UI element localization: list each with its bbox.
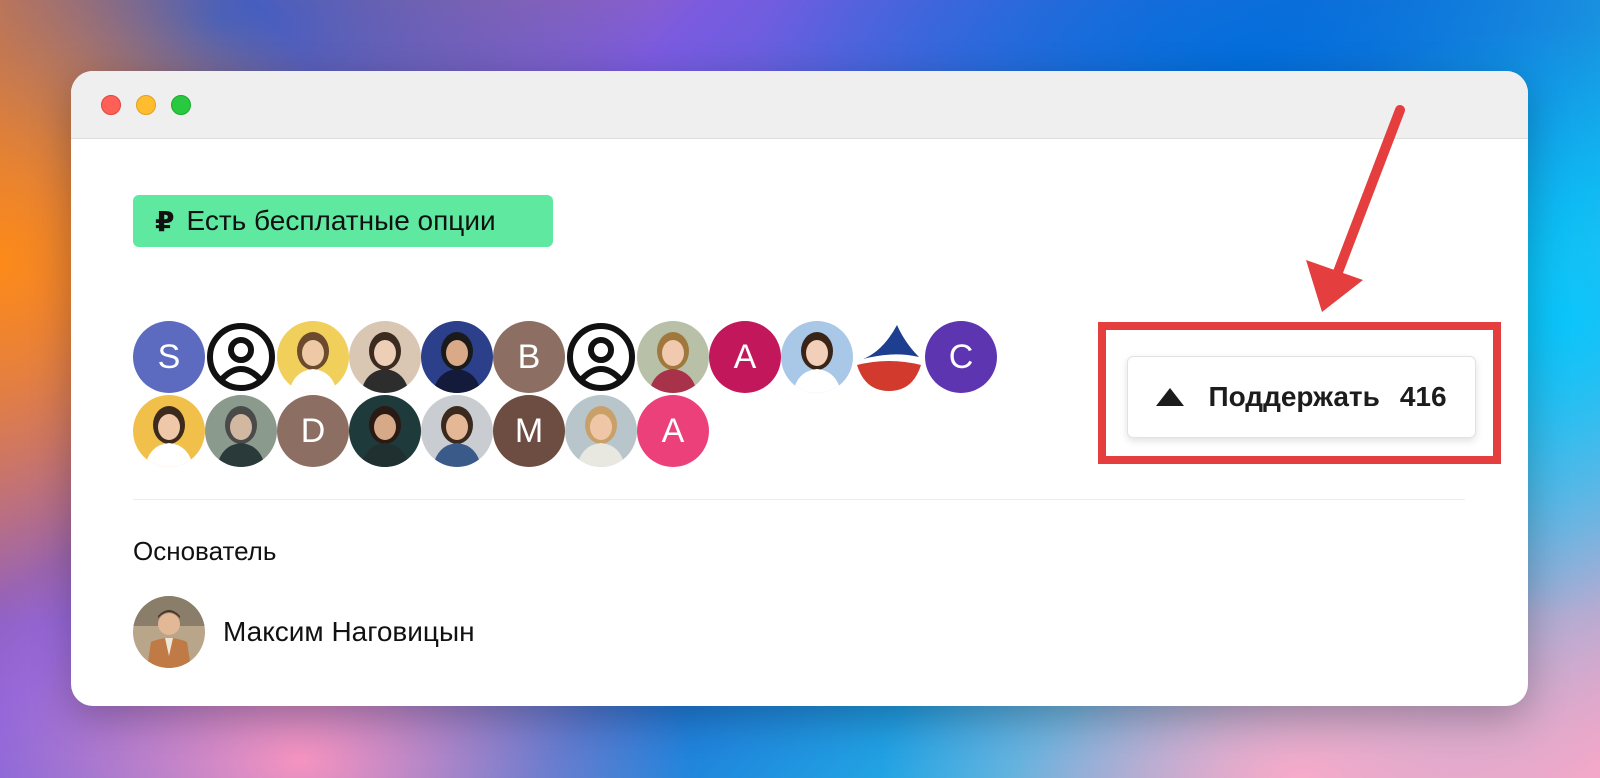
founder-item[interactable]: Максим Наговицын	[133, 596, 475, 668]
supporter-avatar-letter[interactable]: A	[637, 395, 709, 467]
ruble-icon: ₽	[155, 205, 175, 237]
zoom-window-button[interactable]	[171, 95, 191, 115]
man-portrait-icon[interactable]	[421, 395, 493, 467]
supporter-avatar-letter[interactable]: D	[277, 395, 349, 467]
close-window-button[interactable]	[101, 95, 121, 115]
badge-label: Есть бесплатные опции	[186, 205, 496, 236]
supporters-row: D MA	[133, 395, 1013, 467]
title-bar	[71, 71, 1528, 139]
child-beach-icon[interactable]	[565, 395, 637, 467]
supporters-avatars: SBAC DMA	[133, 321, 1013, 469]
free-options-badge: ₽ Есть бесплатные опции	[133, 195, 553, 247]
woman-white-coat-icon[interactable]	[781, 321, 853, 393]
founder-avatar[interactable]	[133, 596, 205, 668]
man-glasses-icon[interactable]	[349, 395, 421, 467]
woman-phone-icon[interactable]	[133, 395, 205, 467]
founder-section-title: Основатель	[133, 536, 277, 566]
woman-yellow-bg-icon[interactable]	[277, 321, 349, 393]
founder-name[interactable]: Максим Наговицын	[223, 616, 475, 648]
supporters-row: SBAC	[133, 321, 1013, 393]
supporter-avatar-letter[interactable]: M	[493, 395, 565, 467]
blue-red-logo-icon[interactable]	[853, 321, 925, 393]
couple-outdoor-icon[interactable]	[205, 395, 277, 467]
supporter-avatar-letter[interactable]: C	[925, 321, 997, 393]
woman-blue-bg-icon[interactable]	[421, 321, 493, 393]
minimize-window-button[interactable]	[136, 95, 156, 115]
girl-photo-icon[interactable]	[637, 321, 709, 393]
supporter-avatar-letter[interactable]: B	[493, 321, 565, 393]
woman-beige-bg-icon[interactable]	[349, 321, 421, 393]
default-user-icon[interactable]	[205, 321, 277, 393]
default-user-icon[interactable]	[565, 321, 637, 393]
supporter-avatar-letter[interactable]: S	[133, 321, 205, 393]
divider	[133, 499, 1465, 500]
annotation-highlight-box	[1098, 322, 1501, 464]
supporter-avatar-letter[interactable]: A	[709, 321, 781, 393]
